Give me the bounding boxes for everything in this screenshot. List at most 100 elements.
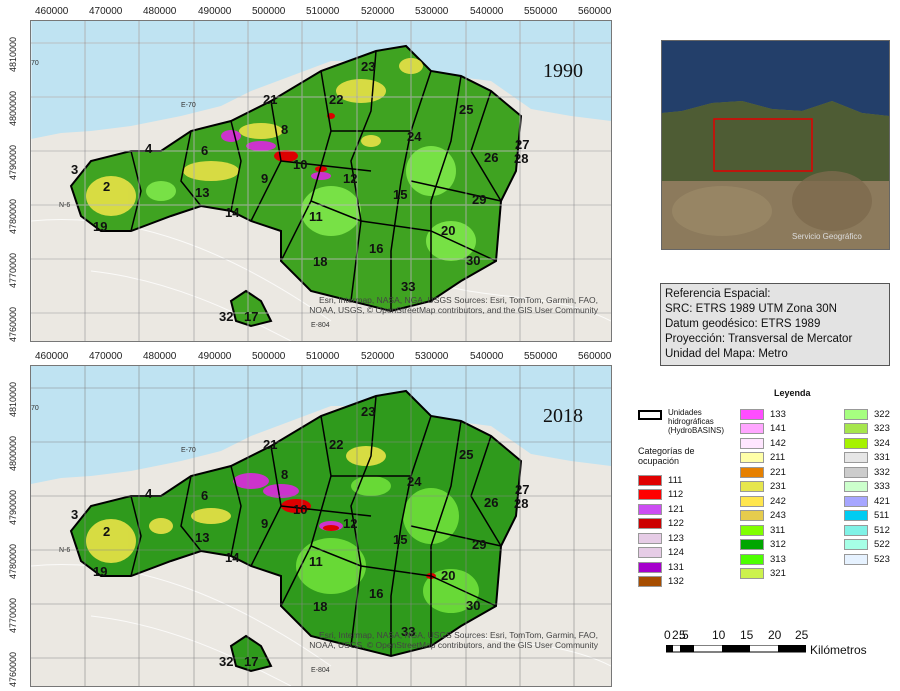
x-tick: 510000 [306,351,340,362]
legend-item: 324 [844,437,890,449]
legend-swatch [740,423,764,434]
legend-code: 131 [668,561,684,573]
legend-swatch [844,539,868,550]
legend-categories-label: Categorías de ocupación [638,446,695,466]
legend-code: 322 [874,408,890,420]
basin-label: 10 [293,502,307,517]
basin-label: 6 [201,488,208,503]
x-tick: 560000 [578,6,612,17]
legend-item: 313 [740,553,786,565]
x-tick: 520000 [361,6,395,17]
basemap-attribution: Esri, Intermap, NASA, NGA, USGS Sources:… [309,295,598,315]
basin-label: 25 [459,102,473,117]
spatial-reference-box: Referencia Espacial: SRC: ETRS 1989 UTM … [660,283,890,366]
legend-code: 523 [874,553,890,565]
legend-swatch [740,437,764,449]
basin-label: 13 [195,185,209,200]
legend-code: 124 [668,547,684,558]
legend-item: 322 [844,408,890,420]
legend-item: 421 [844,495,890,507]
legend-code: 312 [770,539,786,550]
legend-swatch [844,553,868,565]
basin-label: 13 [195,530,209,545]
x-tick: 480000 [143,351,177,362]
scale-tick: 0 [664,628,671,642]
scale-tick: 25 [795,628,809,642]
road-label: N-6 [59,547,70,554]
legend-code: 211 [770,452,786,463]
basin-label: 28 [514,496,528,511]
legend-hydrobasins: Unidades hidrográficas (HydroBASINS) [638,408,748,435]
legend-swatch [638,474,662,486]
y-tick: 4800000 [8,435,18,471]
reference-title: Referencia Espacial: [665,288,771,300]
legend-code: 332 [874,466,890,478]
basin-label: 2 [103,179,110,194]
legend-item: 331 [844,452,890,464]
basin-label: 3 [71,507,78,522]
inset-attribution: Servicio Geográfico [792,232,862,241]
legend-code: 242 [770,495,786,507]
basin-label: 27 [515,482,529,497]
x-tick: 550000 [524,6,558,17]
x-tick: 550000 [524,351,558,362]
legend-swatch [844,452,868,463]
x-tick: 560000 [578,351,612,362]
legend-swatch [844,481,868,492]
basin-label: 6 [201,143,208,158]
x-tick: 540000 [470,351,504,362]
y-tick: 4770000 [8,252,18,288]
map-panel-1990: 460000 470000 480000 490000 500000 51000… [0,0,640,345]
x-tick: 530000 [415,6,449,17]
legend-item: 142 [740,437,786,449]
legend-code: 122 [668,518,684,529]
y-tick: 4810000 [8,36,18,72]
legend-code: 321 [770,568,786,579]
x-tick: 500000 [252,6,286,17]
legend-item: 332 [844,466,890,478]
legend-code: 121 [668,503,684,515]
legend-swatch [740,452,764,463]
road-label: E-804 [311,667,330,674]
x-tick: 520000 [361,351,395,362]
road-label: 70 [31,60,39,67]
legend-swatch [638,532,662,544]
basin-label: 15 [393,532,407,547]
legend-swatch [844,495,868,507]
legend-item: 133 [740,408,786,420]
legend-item: 321 [740,568,786,580]
basin-label: 26 [484,495,498,510]
legend-item: 122 [638,518,684,530]
basin-label: 16 [369,586,383,601]
legend-code: 511 [874,510,890,521]
legend-swatch [638,503,662,515]
basin-label: 15 [393,187,407,202]
legend-item: 211 [740,452,785,464]
legend-item: 522 [844,539,890,551]
legend-item: 243 [740,510,786,522]
basin-label: 20 [441,568,455,583]
legend-code: 522 [874,539,890,550]
reference-projection: Proyección: Transversal de Mercator [665,333,853,345]
legend-item: 523 [844,553,890,565]
legend-swatch [844,524,868,536]
legend-swatch [638,561,662,573]
legend-item: 333 [844,481,890,493]
y-tick: 4760000 [8,651,18,687]
x-tick: 460000 [35,351,69,362]
road-label: E-804 [311,322,330,329]
basin-label: 22 [329,437,343,452]
y-tick: 4770000 [8,597,18,633]
legend-item: 312 [740,539,786,551]
x-tick: 470000 [89,351,123,362]
scale-unit: Kilómetros [810,643,867,657]
scale-tick: 5 [679,628,686,642]
legend-code: 231 [770,481,786,492]
road-label: E-70 [181,102,196,109]
legend-code: 111 [668,474,683,486]
legend-code: 311 [770,524,786,536]
legend-swatch [638,518,662,529]
y-tick: 4780000 [8,198,18,234]
basin-label: 23 [361,59,375,74]
legend-swatch [740,539,764,550]
